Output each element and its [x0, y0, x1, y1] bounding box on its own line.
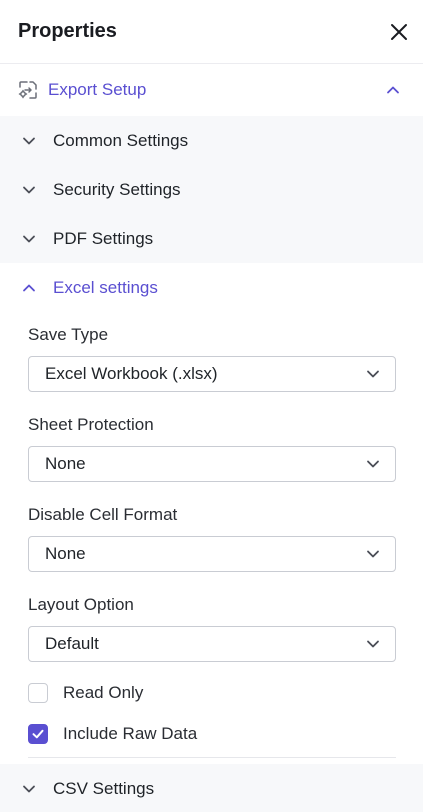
section-pdf-settings[interactable]: PDF Settings — [0, 214, 423, 263]
layout-option-select[interactable]: Default — [28, 626, 396, 662]
sheet-protection-value: None — [45, 454, 86, 473]
chevron-up-icon — [23, 284, 35, 291]
sheet-protection-label: Sheet Protection — [28, 415, 154, 434]
section-label: CSV Settings — [53, 778, 155, 798]
save-type-value: Excel Workbook (.xlsx) — [45, 364, 218, 383]
section-label: Common Settings — [53, 130, 189, 150]
close-button[interactable] — [385, 18, 413, 46]
export-setup-icon — [18, 81, 37, 99]
chevron-down-icon — [23, 137, 35, 144]
export-setup-toggle[interactable] — [385, 82, 401, 98]
chevron-down-icon — [367, 550, 379, 558]
close-icon — [391, 23, 407, 40]
disable-cell-format-label: Disable Cell Format — [28, 505, 178, 524]
read-only-label: Read Only — [63, 682, 144, 702]
section-security-settings[interactable]: Security Settings — [0, 165, 423, 214]
section-common-settings[interactable]: Common Settings — [0, 116, 423, 165]
sheet-protection-select[interactable]: None — [28, 446, 396, 482]
properties-panel: Properties Export Setup Common Settings … — [0, 0, 423, 812]
disable-cell-format-select[interactable]: None — [28, 536, 396, 572]
divider — [28, 757, 396, 758]
export-setup-header[interactable]: Export Setup — [0, 64, 423, 116]
excel-settings-body: Save Type Excel Workbook (.xlsx) Sheet P… — [0, 312, 423, 758]
chevron-down-icon — [367, 460, 379, 468]
checkmark-icon — [32, 729, 44, 738]
include-raw-data-label: Include Raw Data — [63, 723, 198, 743]
section-excel-settings[interactable]: Excel settings — [0, 263, 423, 312]
panel-title: Properties — [18, 20, 117, 42]
disable-cell-format-value: None — [45, 544, 86, 563]
chevron-down-icon — [23, 186, 35, 193]
chevron-down-icon — [367, 640, 379, 648]
include-raw-data-row: Include Raw Data — [28, 713, 396, 754]
panel-header: Properties — [0, 0, 423, 64]
save-type-label: Save Type — [28, 325, 109, 344]
section-label: Security Settings — [53, 179, 181, 199]
export-setup-label: Export Setup — [48, 80, 147, 99]
layout-option-value: Default — [45, 634, 99, 653]
save-type-select[interactable]: Excel Workbook (.xlsx) — [28, 356, 396, 392]
include-raw-data-checkbox[interactable] — [28, 723, 48, 744]
read-only-row: Read Only — [28, 672, 396, 713]
section-label: PDF Settings — [53, 228, 154, 248]
chevron-down-icon — [367, 370, 379, 378]
chevron-down-icon — [23, 785, 35, 792]
layout-option-label: Layout Option — [28, 595, 134, 614]
chevron-up-icon — [387, 86, 399, 94]
section-label: Excel settings — [53, 277, 158, 297]
read-only-checkbox[interactable] — [28, 682, 48, 703]
section-csv-settings[interactable]: CSV Settings — [0, 764, 423, 812]
chevron-down-icon — [23, 235, 35, 242]
